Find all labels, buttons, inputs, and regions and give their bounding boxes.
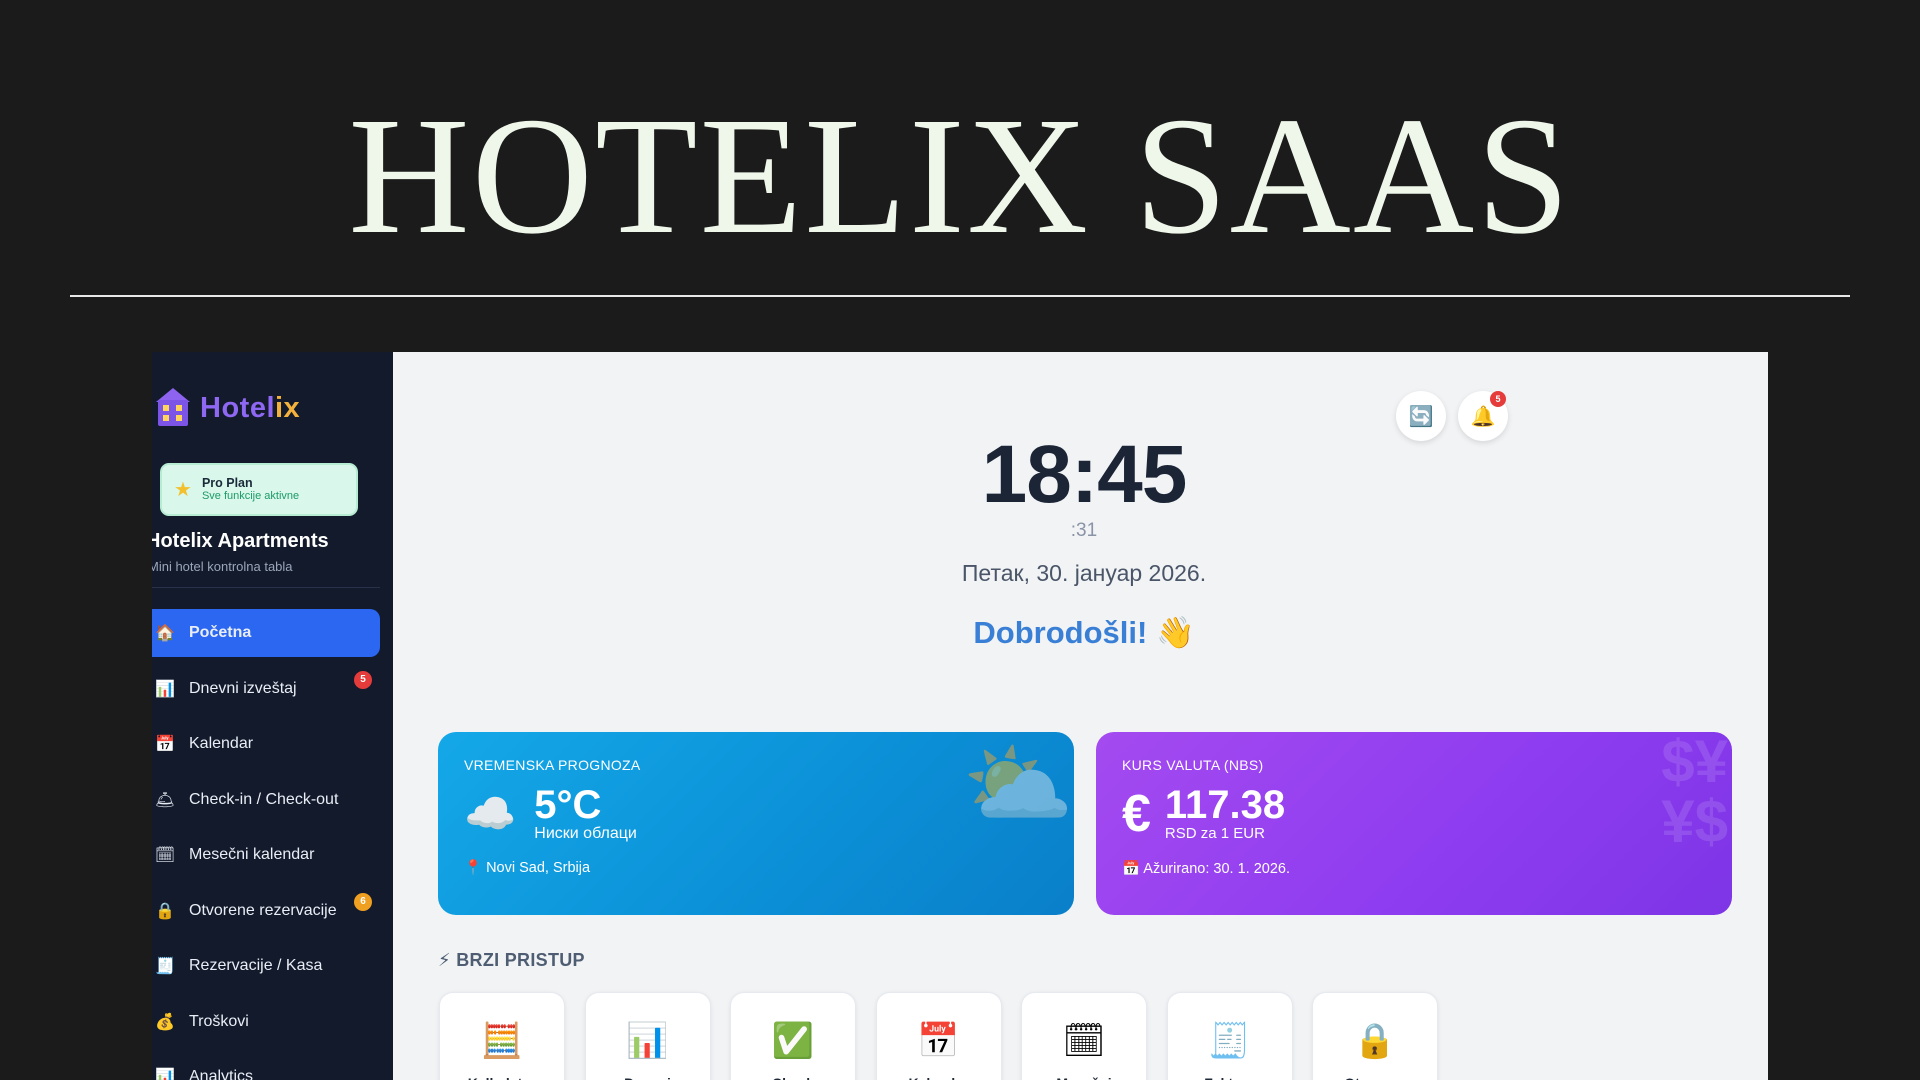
calendar-icon: 📅 — [155, 736, 175, 753]
quick-tile-faktura[interactable]: 🧾 Faktura — [1166, 992, 1293, 1080]
quick-tile-otvorene[interactable]: 🔒 Otvorene — [1312, 992, 1438, 1080]
quick-tile-label: Faktura — [1204, 1075, 1255, 1080]
hotel-icon — [154, 388, 190, 428]
weather-description: Ниски облаци — [534, 825, 637, 842]
home-icon: 🏠 — [155, 625, 175, 642]
door-icon: 🛎 — [154, 791, 176, 809]
euro-icon: € — [1122, 784, 1151, 843]
sidebar-divider — [152, 587, 380, 588]
quick-tile-label: Kalendar — [909, 1075, 969, 1080]
exchange-rate: 117.38 — [1164, 783, 1286, 827]
sidebar-item-rezervacije-kasa[interactable]: 🧾 Rezervacije / Kasa — [152, 942, 380, 990]
sidebar-item-label: Dnevni izveštaj — [189, 679, 297, 697]
sidebar-item-label: Check-in / Check-out — [189, 790, 339, 808]
brand-subtitle: Mini hotel kontrolna tabla — [152, 559, 293, 574]
logo-text: Hotelix — [200, 391, 301, 424]
current-date: Петак, 30. јануар 2026. — [961, 560, 1207, 586]
weather-label: VREMENSKA PROGNOZA — [464, 757, 641, 773]
quick-tile-label: Kalkulator — [468, 1075, 536, 1080]
money-bag-icon: 💰 — [155, 1013, 175, 1031]
clock-time: 18:45 — [981, 429, 1188, 520]
checkmark-icon: ✅ — [771, 1022, 815, 1060]
bar-chart-icon: 📊 — [626, 1022, 669, 1060]
quick-tile-mesečni[interactable]: 🗓 Mesečni — [1021, 992, 1147, 1080]
divider — [70, 295, 1850, 297]
currency-label: KURS VALUTA (NBS) — [1122, 757, 1264, 773]
sidebar-item-label: Mesečni kalendar — [189, 846, 315, 863]
sidebar-item-troškovi[interactable]: 💰 Troškovi — [152, 998, 380, 1046]
plan-subtitle: Sve funkcije aktivne — [201, 490, 300, 502]
receipt-icon: 🧾 — [155, 958, 175, 975]
star-icon: ★ — [174, 479, 192, 501]
quick-tile-label: Dnevni — [624, 1075, 671, 1080]
quick-access-grid: 🧮 Kalkulator 📊 Dnevni ✅ Check 📅 Kalendar 🗓 Mesečn… — [439, 992, 1458, 1080]
quick-tile-label: Mesečni — [1056, 1075, 1111, 1080]
plan-card: ★ Pro Plan Sve funkcije aktivne — [160, 463, 358, 516]
monthly-calendar-icon: 🗓 — [154, 847, 176, 864]
clock-seconds: :31 — [1070, 520, 1098, 541]
quick-access-title: ⚡ BRZI PRISTUP — [438, 950, 585, 970]
sidebar-item-kalendar[interactable]: 📅 Kalendar — [152, 720, 380, 768]
analytics-icon: 📊 — [155, 1069, 175, 1080]
brand-name: Hotelix Apartments — [152, 530, 329, 552]
currency-symbols-icon: $¥ ¥$ — [1661, 732, 1728, 855]
quick-tile-check[interactable]: ✅ Check — [730, 992, 856, 1080]
promo-title: HOTELIX SAAS — [348, 83, 1572, 269]
quick-tile-label: Otvorene — [1344, 1075, 1405, 1080]
sidebar-item-check-in-check-out[interactable]: 🛎 Check-in / Check-out — [152, 776, 380, 824]
weather-card[interactable]: ⛅ VREMENSKA PROGNOZA ☁️ 5°C Ниски облаци… — [438, 732, 1074, 915]
rate-updated: 📅 Ažurirano: 30. 1. 2026. — [1122, 861, 1290, 877]
plan-name: Pro Plan — [201, 476, 253, 490]
abacus-icon: 🧮 — [480, 1022, 524, 1060]
sidebar-item-label: Početna — [189, 624, 252, 641]
quick-tile-label: Check — [772, 1075, 814, 1080]
lock-icon: 🔒 — [1353, 1022, 1397, 1060]
refresh-icon: 🔄 — [1408, 405, 1434, 428]
app-window: Hotelix ★ Pro Plan Sve funkcije aktivne … — [152, 352, 1768, 1080]
sidebar-item-label: Analytics — [189, 1068, 254, 1080]
temperature: 5°C — [534, 783, 602, 827]
receipt-icon: 🧾 — [1208, 1022, 1251, 1060]
sidebar-item-početna[interactable]: 🏠 Početna — [152, 609, 380, 657]
calendar-icon: 📅 — [917, 1022, 960, 1060]
sidebar-item-label: Otvorene rezervacije — [189, 901, 337, 919]
welcome-message: Dobrodošli! 👋 — [973, 615, 1195, 650]
bar-chart-icon: 📊 — [155, 680, 175, 698]
sidebar-item-dnevni-izveštaj[interactable]: 📊 Dnevni izveštaj 5 — [152, 665, 380, 713]
nav-badge: 5 — [354, 670, 372, 689]
sidebar: Hotelix ★ Pro Plan Sve funkcije aktivne … — [152, 352, 393, 1080]
sidebar-item-otvorene-rezervacije[interactable]: 🔒 Otvorene rezervacije 6 — [152, 887, 380, 935]
quick-tile-dnevni[interactable]: 📊 Dnevni — [584, 992, 711, 1080]
sidebar-item-label: Troškovi — [189, 1012, 249, 1030]
sidebar-item-label: Kalendar — [189, 735, 254, 752]
monthly-calendar-icon: 🗓 — [1062, 1022, 1106, 1060]
weather-location: 📍 Novi Sad, Srbija — [464, 860, 591, 876]
sidebar-item-analytics[interactable]: 📊 Analytics — [152, 1053, 380, 1080]
cloud-icon: ☁️ — [464, 789, 517, 837]
sun-cloud-icon: ⛅ — [961, 735, 1074, 835]
quick-tile-kalendar[interactable]: 📅 Kalendar — [875, 992, 1002, 1080]
main-content: 🔄 🔔 5 18:45 :31 Петак, 30. јануар 2026. … — [393, 352, 1768, 1080]
rate-unit: RSD za 1 EUR — [1164, 825, 1265, 842]
lock-icon: 🔒 — [155, 902, 175, 920]
quick-tile-kalkulator[interactable]: 🧮 Kalkulator — [439, 992, 565, 1080]
sidebar-item-mesečni-kalendar[interactable]: 🗓 Mesečni kalendar — [152, 831, 380, 879]
currency-card[interactable]: $¥ ¥$ KURS VALUTA (NBS) € 117.38 RSD za 1… — [1096, 732, 1732, 915]
sidebar-item-label: Rezervacije / Kasa — [189, 957, 323, 974]
sidebar-nav: 🏠 Početna 📊 Dnevni izveštaj 5 📅 Kalendar 🛎 Check… — [152, 609, 393, 1080]
logo[interactable]: Hotelix — [154, 388, 300, 428]
notification-badge: 5 — [1490, 391, 1506, 407]
bell-icon: 🔔 — [1470, 405, 1496, 428]
nav-badge: 6 — [354, 892, 372, 911]
